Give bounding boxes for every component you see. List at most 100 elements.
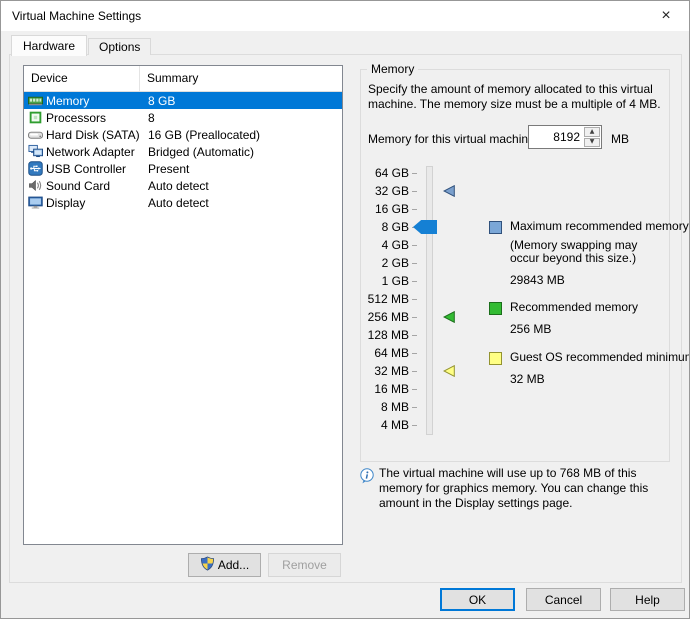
tick-label: 64 MB bbox=[365, 346, 409, 360]
tick-dash bbox=[412, 299, 417, 300]
maximum-recommended-swatch bbox=[489, 221, 502, 234]
tick-dash bbox=[412, 281, 417, 282]
tab-hardware[interactable]: Hardware bbox=[11, 35, 87, 56]
recommended-swatch bbox=[489, 302, 502, 315]
device-summary: Auto detect bbox=[140, 196, 209, 210]
add-device-button[interactable]: Add... bbox=[188, 553, 261, 577]
legend-text: Recommended memory256 MB bbox=[510, 300, 638, 336]
tick-label: 2 GB bbox=[365, 256, 409, 270]
device-summary: Bridged (Automatic) bbox=[140, 145, 254, 159]
memory-legend: Maximum recommended memory(Memory swappi… bbox=[489, 70, 669, 461]
tick-dash bbox=[412, 209, 417, 210]
close-icon: × bbox=[661, 7, 670, 25]
slider-tick: 4 GB bbox=[361, 236, 486, 254]
slider-tick: 512 MB bbox=[361, 290, 486, 308]
device-name: USB Controller bbox=[46, 162, 140, 176]
legend-recommended: Recommended memory256 MB bbox=[489, 300, 638, 336]
tick-dash bbox=[412, 245, 417, 246]
memory-groupbox: Memory Specify the amount of memory allo… bbox=[360, 69, 670, 462]
device-row-memory[interactable]: Memory8 GB bbox=[24, 92, 342, 109]
device-row-usb-controller[interactable]: USB ControllerPresent bbox=[24, 160, 342, 177]
dialog-body: HardwareOptions Device Summary Memory8 G… bbox=[1, 31, 689, 618]
tab-options[interactable]: Options bbox=[88, 38, 151, 55]
window-title: Virtual Machine Settings bbox=[12, 9, 141, 23]
memory-slider-track[interactable] bbox=[426, 166, 433, 435]
remove-button-label: Remove bbox=[282, 558, 327, 572]
memory-slider: 64 GB 32 GB 16 GB 8 GB 4 GB 2 GB 1 GB 512 MB 256… bbox=[361, 164, 486, 440]
close-button[interactable]: × bbox=[649, 4, 683, 28]
legend-value: 29843 MB bbox=[510, 273, 689, 287]
legend-text: Maximum recommended memory(Memory swappi… bbox=[510, 219, 689, 287]
help-button-label: Help bbox=[635, 593, 660, 607]
tick-label: 1 GB bbox=[365, 274, 409, 288]
tick-dash bbox=[412, 263, 417, 264]
slider-tick: 64 MB bbox=[361, 344, 486, 362]
column-header-device[interactable]: Device bbox=[24, 66, 140, 91]
add-button-label: Add... bbox=[218, 558, 249, 572]
device-list-header: Device Summary bbox=[24, 66, 342, 92]
device-row-processors[interactable]: Processors8 bbox=[24, 109, 342, 126]
hardware-tab-page: Device Summary Memory8 GBProcessors8Hard… bbox=[9, 54, 682, 583]
slider-tick: 32 MB bbox=[361, 362, 486, 380]
ok-button[interactable]: OK bbox=[440, 588, 515, 611]
remove-device-button[interactable]: Remove bbox=[268, 553, 341, 577]
recommended-marker bbox=[443, 311, 455, 323]
footer-bar: OK Cancel Help bbox=[1, 583, 689, 618]
tick-dash bbox=[412, 389, 417, 390]
virtual-machine-settings-dialog: Virtual Machine Settings × HardwareOptio… bbox=[0, 0, 690, 619]
cancel-button-label: Cancel bbox=[545, 593, 582, 607]
slider-tick: 16 MB bbox=[361, 380, 486, 398]
tick-label: 16 GB bbox=[365, 202, 409, 216]
slider-tick: 64 GB bbox=[361, 164, 486, 182]
slider-tick: 256 MB bbox=[361, 308, 486, 326]
device-row-sound-card[interactable]: Sound CardAuto detect bbox=[24, 177, 342, 194]
cancel-button[interactable]: Cancel bbox=[526, 588, 601, 611]
guest-minimum-marker bbox=[443, 365, 455, 377]
memory-icon bbox=[28, 93, 43, 108]
tick-label: 4 GB bbox=[365, 238, 409, 252]
slider-tick: 1 GB bbox=[361, 272, 486, 290]
hard-disk-icon bbox=[28, 127, 43, 142]
device-name: Memory bbox=[46, 94, 140, 108]
display-icon bbox=[28, 195, 43, 210]
tick-dash bbox=[412, 335, 417, 336]
tick-label: 8 GB bbox=[365, 220, 409, 234]
legend-title: Guest OS recommended minimum bbox=[510, 350, 690, 364]
device-list: Device Summary Memory8 GBProcessors8Hard… bbox=[23, 65, 343, 545]
tab-bar: HardwareOptions bbox=[11, 34, 152, 55]
info-icon bbox=[359, 468, 375, 484]
processors-icon bbox=[28, 110, 43, 125]
slider-tick: 2 GB bbox=[361, 254, 486, 272]
legend-guest-minimum: Guest OS recommended minimum 32 MB bbox=[489, 350, 690, 386]
tick-label: 32 GB bbox=[365, 184, 409, 198]
tick-dash bbox=[412, 173, 417, 174]
uac-shield-icon bbox=[200, 556, 215, 574]
tick-label: 256 MB bbox=[365, 310, 409, 324]
tick-dash bbox=[412, 191, 417, 192]
device-row-display[interactable]: DisplayAuto detect bbox=[24, 194, 342, 211]
device-name: Network Adapter bbox=[46, 145, 140, 159]
tick-label: 16 MB bbox=[365, 382, 409, 396]
device-summary: Auto detect bbox=[140, 179, 209, 193]
device-name: Hard Disk (SATA) bbox=[46, 128, 140, 142]
device-row-hard-disk-sata[interactable]: Hard Disk (SATA)16 GB (Preallocated) bbox=[24, 126, 342, 143]
device-summary: 8 GB bbox=[140, 94, 175, 108]
legend-text: Guest OS recommended minimum 32 MB bbox=[510, 350, 690, 386]
tick-label: 64 GB bbox=[365, 166, 409, 180]
legend-value: 32 MB bbox=[510, 372, 690, 386]
device-name: Display bbox=[46, 196, 140, 210]
device-summary: 8 bbox=[140, 111, 155, 125]
usb-controller-icon bbox=[28, 161, 43, 176]
column-header-summary[interactable]: Summary bbox=[140, 66, 198, 91]
slider-tick: 32 GB bbox=[361, 182, 486, 200]
legend-title: Maximum recommended memory bbox=[510, 219, 689, 233]
device-rows: Memory8 GBProcessors8Hard Disk (SATA)16 … bbox=[24, 92, 342, 211]
slider-tick: 16 GB bbox=[361, 200, 486, 218]
legend-title: Recommended memory bbox=[510, 300, 638, 314]
device-row-network-adapter[interactable]: Network AdapterBridged (Automatic) bbox=[24, 143, 342, 160]
help-button[interactable]: Help bbox=[610, 588, 685, 611]
tick-dash bbox=[412, 425, 417, 426]
memory-group-title: Memory bbox=[367, 62, 418, 76]
tick-dash bbox=[412, 371, 417, 372]
slider-tick: 4 MB bbox=[361, 416, 486, 434]
